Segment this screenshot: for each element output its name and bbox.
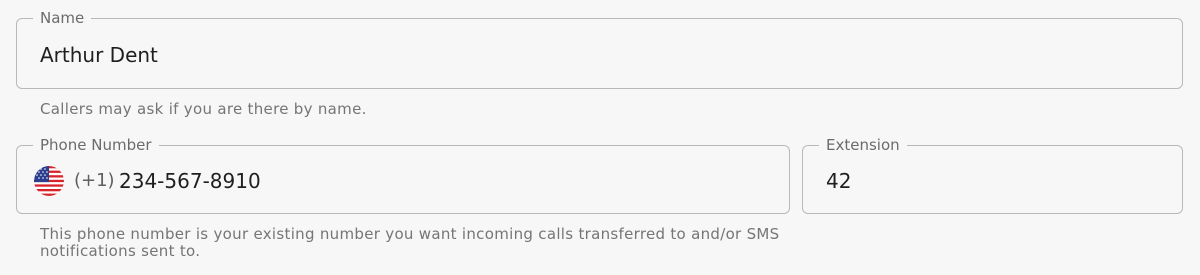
us-flag-icon[interactable]	[34, 166, 64, 196]
extension-label: Extension	[819, 135, 907, 155]
name-helper-text: Callers may ask if you are there by name…	[40, 100, 367, 118]
phone-number-field[interactable]: Phone Number (+1) 234-567-8910	[16, 135, 790, 214]
contact-form: Name Arthur Dent Callers may ask if you …	[0, 0, 1200, 275]
extension-input-value[interactable]: 42	[826, 168, 851, 194]
name-input-value[interactable]: Arthur Dent	[40, 42, 158, 68]
name-label: Name	[33, 8, 92, 28]
name-field[interactable]: Name Arthur Dent	[16, 8, 1183, 89]
extension-field[interactable]: Extension 42	[802, 135, 1183, 214]
country-code[interactable]: (+1)	[74, 168, 115, 194]
phone-helper-text: This phone number is your existing numbe…	[40, 225, 780, 260]
phone-number-input-value[interactable]: 234-567-8910	[119, 168, 261, 194]
phone-number-label: Phone Number	[33, 135, 159, 155]
